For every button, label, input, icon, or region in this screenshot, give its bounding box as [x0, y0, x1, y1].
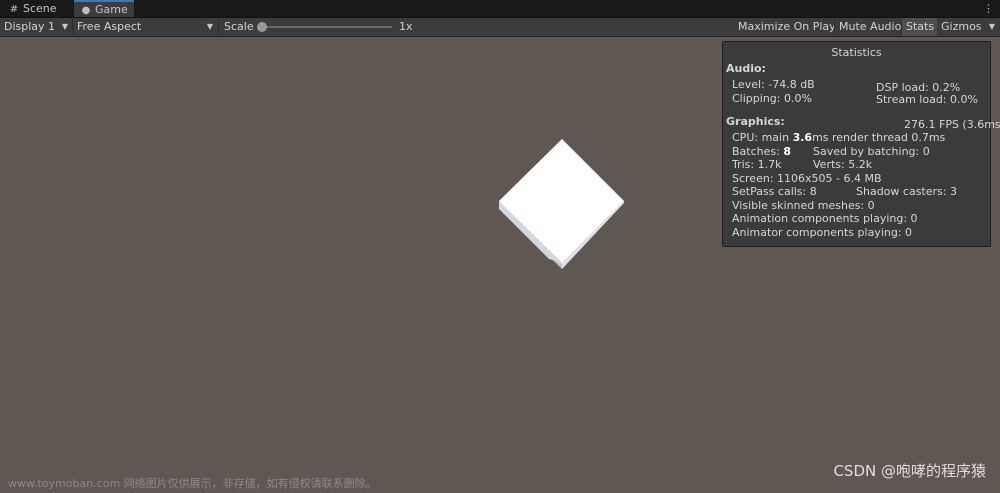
cpu-stat: CPU: main 3.6ms render thread 0.7ms — [732, 131, 945, 144]
display-dropdown[interactable]: Display 1 ▼ — [0, 18, 72, 36]
aspect-dropdown-label: Free Aspect — [77, 20, 142, 33]
display-dropdown-label: Display 1 — [4, 20, 56, 33]
animator-components-stat: Animator components playing: 0 — [732, 226, 913, 239]
tab-scene[interactable]: # Scene — [2, 0, 63, 17]
setpass-stat: SetPass calls: 8 — [732, 185, 817, 198]
watermark-author: CSDN @咆哮的程序猿 — [833, 462, 986, 480]
scale-slider-track[interactable] — [262, 26, 392, 28]
verts-stat: Verts: 5.2k — [813, 158, 873, 171]
stats-button[interactable]: Stats — [902, 18, 937, 36]
scale-slider-thumb[interactable] — [257, 22, 267, 32]
cpu-main-value: 3.6 — [792, 131, 813, 144]
statistics-panel: Statistics Audio: Level: -74.8 dB DSP lo… — [722, 41, 1000, 247]
stream-load: Stream load: 0.0% — [876, 93, 978, 106]
tab-game[interactable]: ● Game — [74, 0, 134, 17]
watermark-site: www.toymoban.com 网络图片仅供展示，非存储，如有侵权请联系删除。 — [8, 477, 377, 490]
kebab-menu-icon[interactable]: ⋮ — [983, 0, 994, 17]
tab-game-label: Game — [95, 3, 128, 16]
gizmos-button[interactable]: Gizmos — [937, 18, 986, 36]
cpu-suffix: ms render thread 0.7ms — [812, 131, 946, 144]
batches-prefix: Batches: — [732, 145, 784, 158]
tab-bar: # Scene ● Game ⋮ — [0, 0, 1000, 18]
batches-stat: Batches: 8 — [732, 145, 791, 158]
scale-label: Scale — [224, 20, 254, 33]
chevron-down-icon: ▼ — [61, 22, 68, 31]
animation-components-stat: Animation components playing: 0 — [732, 212, 918, 225]
audio-level: Level: -74.8 dB — [732, 78, 815, 91]
cpu-prefix: CPU: main — [732, 131, 793, 144]
scale-value: 1x — [399, 20, 413, 33]
skinned-meshes-stat: Visible skinned meshes: 0 — [732, 199, 875, 212]
saved-by-batching: Saved by batching: 0 — [813, 145, 930, 158]
audio-header: Audio: — [726, 62, 766, 75]
chevron-down-icon: ▼ — [988, 22, 995, 31]
audio-clipping: Clipping: 0.0% — [732, 92, 812, 105]
statistics-title: Statistics — [831, 46, 882, 59]
gizmos-dropdown[interactable]: ▼ — [983, 18, 1000, 36]
game-toolbar: Display 1 ▼ Free Aspect ▼ Scale 1x Maxim… — [0, 18, 1000, 37]
aspect-dropdown[interactable]: Free Aspect ▼ — [73, 18, 217, 36]
tris-stat: Tris: 1.7k — [732, 158, 782, 171]
gamepad-icon: ● — [81, 5, 91, 16]
batches-value: 8 — [783, 145, 791, 158]
divider — [218, 20, 219, 34]
grid-icon: # — [9, 4, 19, 15]
tab-scene-label: Scene — [23, 2, 57, 15]
fps-value: 276.1 FPS (3.6ms) — [904, 118, 1000, 131]
screen-stat: Screen: 1106x505 - 6.4 MB — [732, 172, 882, 185]
cube-top-face — [499, 139, 624, 263]
graphics-header: Graphics: — [726, 115, 785, 128]
maximize-on-play-button[interactable]: Maximize On Play — [734, 18, 840, 36]
shadow-casters-stat: Shadow casters: 3 — [856, 185, 957, 198]
mute-audio-button[interactable]: Mute Audio — [835, 18, 905, 36]
chevron-down-icon: ▼ — [206, 22, 213, 31]
